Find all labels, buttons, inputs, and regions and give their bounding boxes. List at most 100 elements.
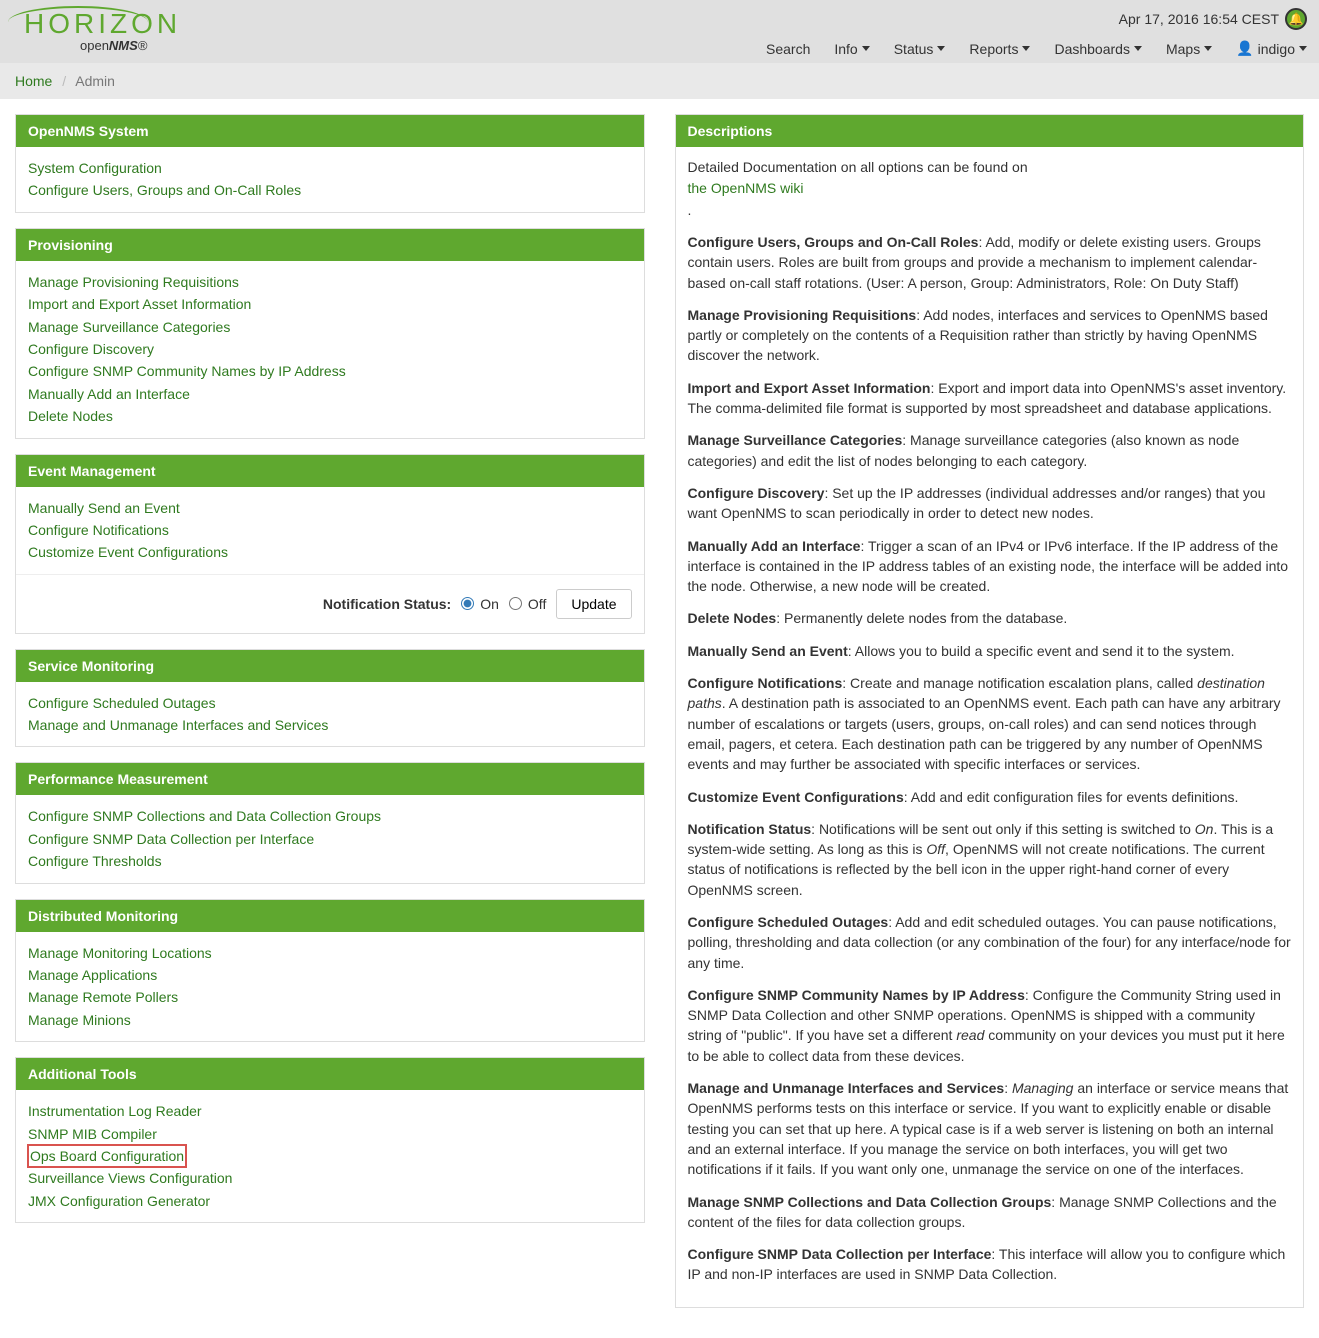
- breadcrumb: Home / Admin: [0, 63, 1319, 99]
- description-item: Manage SNMP Collections and Data Collect…: [688, 1192, 1292, 1233]
- panel-body: Manage Monitoring LocationsManage Applic…: [16, 932, 644, 1042]
- description-item: Notification Status: Notifications will …: [688, 819, 1292, 900]
- admin-link[interactable]: Delete Nodes: [28, 405, 632, 427]
- panel-body: Manage Provisioning RequisitionsImport a…: [16, 261, 644, 438]
- nav-dashboards[interactable]: Dashboards: [1054, 40, 1142, 57]
- right-column: Descriptions Detailed Documentation on a…: [675, 114, 1305, 1323]
- description-item: Configure Users, Groups and On-Call Role…: [688, 232, 1292, 293]
- panel-distributed-monitoring: Distributed Monitoring Manage Monitoring…: [15, 899, 645, 1043]
- panel-heading: Descriptions: [676, 115, 1304, 147]
- panel-heading: Event Management: [16, 455, 644, 487]
- panel-body: System ConfigurationConfigure Users, Gro…: [16, 147, 644, 212]
- admin-link[interactable]: Manage Applications: [28, 964, 632, 986]
- description-item: Manage Provisioning Requisitions: Add no…: [688, 305, 1292, 366]
- admin-link[interactable]: System Configuration: [28, 157, 632, 179]
- nav-user[interactable]: 👤indigo: [1236, 40, 1307, 57]
- description-item: Delete Nodes: Permanently delete nodes f…: [688, 608, 1292, 628]
- opennms-wiki-link[interactable]: the OpenNMS wiki: [688, 177, 1292, 199]
- admin-link[interactable]: JMX Configuration Generator: [28, 1190, 632, 1212]
- admin-link[interactable]: Customize Event Configurations: [28, 541, 632, 563]
- description-item: Manually Send an Event: Allows you to bu…: [688, 641, 1292, 661]
- descriptions-intro: Detailed Documentation on all options ca…: [688, 157, 1292, 220]
- user-icon: 👤: [1236, 40, 1253, 57]
- left-column: OpenNMS System System ConfigurationConfi…: [15, 114, 645, 1323]
- description-item: Configure SNMP Community Names by IP Add…: [688, 985, 1292, 1066]
- admin-link[interactable]: Configure Users, Groups and On-Call Role…: [28, 179, 632, 201]
- admin-link[interactable]: Manually Send an Event: [28, 497, 632, 519]
- admin-link[interactable]: Manage Provisioning Requisitions: [28, 271, 632, 293]
- notification-on-label: On: [480, 596, 499, 612]
- notification-off-radio[interactable]: [509, 597, 522, 610]
- breadcrumb-current: Admin: [75, 73, 115, 89]
- navbar: Search Info Status Reports Dashboards Ma…: [766, 40, 1307, 57]
- chevron-down-icon: [937, 46, 945, 51]
- panel-opennms-system: OpenNMS System System ConfigurationConfi…: [15, 114, 645, 213]
- nav-info[interactable]: Info: [834, 40, 869, 57]
- admin-link[interactable]: Manage Minions: [28, 1009, 632, 1031]
- notification-off-label: Off: [528, 596, 546, 612]
- chevron-down-icon: [862, 46, 870, 51]
- admin-link[interactable]: Manually Add an Interface: [28, 383, 632, 405]
- description-item: Customize Event Configurations: Add and …: [688, 787, 1292, 807]
- description-item: Configure Scheduled Outages: Add and edi…: [688, 912, 1292, 973]
- panel-service-monitoring: Service Monitoring Configure Scheduled O…: [15, 649, 645, 748]
- panel-body: Configure SNMP Collections and Data Coll…: [16, 795, 644, 882]
- admin-link[interactable]: Configure Scheduled Outages: [28, 692, 632, 714]
- panel-performance-measurement: Performance Measurement Configure SNMP C…: [15, 762, 645, 883]
- chevron-down-icon: [1204, 46, 1212, 51]
- chevron-down-icon: [1134, 46, 1142, 51]
- panel-body: Instrumentation Log ReaderSNMP MIB Compi…: [16, 1090, 644, 1222]
- description-item: Manage and Unmanage Interfaces and Servi…: [688, 1078, 1292, 1179]
- panel-additional-tools: Additional Tools Instrumentation Log Rea…: [15, 1057, 645, 1223]
- update-button[interactable]: Update: [556, 589, 631, 619]
- admin-link[interactable]: Configure Thresholds: [28, 850, 632, 872]
- admin-link[interactable]: Configure SNMP Collections and Data Coll…: [28, 805, 632, 827]
- nav-maps[interactable]: Maps: [1166, 40, 1212, 57]
- logo[interactable]: HORIZON openNMS®: [12, 8, 181, 53]
- notification-on-radio[interactable]: [461, 597, 474, 610]
- description-item: Manually Add an Interface: Trigger a sca…: [688, 536, 1292, 597]
- description-item: Manage Surveillance Categories: Manage s…: [688, 430, 1292, 471]
- panel-heading: Performance Measurement: [16, 763, 644, 795]
- chevron-down-icon: [1022, 46, 1030, 51]
- admin-link[interactable]: Manage Surveillance Categories: [28, 316, 632, 338]
- panel-heading: Provisioning: [16, 229, 644, 261]
- notification-bell-icon[interactable]: 🔔: [1285, 8, 1307, 30]
- panel-heading: Additional Tools: [16, 1058, 644, 1090]
- nav-search[interactable]: Search: [766, 40, 810, 57]
- admin-link[interactable]: Configure SNMP Community Names by IP Add…: [28, 360, 632, 382]
- panel-body: Configure Scheduled OutagesManage and Un…: [16, 682, 644, 747]
- panel-heading: OpenNMS System: [16, 115, 644, 147]
- topbar: HORIZON openNMS® Apr 17, 2016 16:54 CEST…: [0, 0, 1319, 63]
- admin-link[interactable]: Manage and Unmanage Interfaces and Servi…: [28, 714, 632, 736]
- admin-link[interactable]: Surveillance Views Configuration: [28, 1167, 632, 1189]
- description-item: Configure Notifications: Create and mana…: [688, 673, 1292, 774]
- descriptions-body: Detailed Documentation on all options ca…: [676, 147, 1304, 1307]
- breadcrumb-home[interactable]: Home: [15, 73, 52, 89]
- nav-reports[interactable]: Reports: [969, 40, 1030, 57]
- panel-provisioning: Provisioning Manage Provisioning Requisi…: [15, 228, 645, 439]
- nav-status[interactable]: Status: [894, 40, 946, 57]
- admin-link[interactable]: Manage Remote Pollers: [28, 986, 632, 1008]
- admin-link[interactable]: Ops Board Configuration: [28, 1145, 186, 1167]
- admin-link[interactable]: Instrumentation Log Reader: [28, 1100, 632, 1122]
- description-item: Configure SNMP Data Collection per Inter…: [688, 1244, 1292, 1285]
- admin-link[interactable]: Import and Export Asset Information: [28, 293, 632, 315]
- admin-link[interactable]: Configure Discovery: [28, 338, 632, 360]
- notification-status-row: Notification Status: On Off Update: [16, 574, 644, 633]
- panel-descriptions: Descriptions Detailed Documentation on a…: [675, 114, 1305, 1308]
- description-item: Configure Discovery: Set up the IP addre…: [688, 483, 1292, 524]
- panel-body: Manually Send an EventConfigure Notifica…: [16, 487, 644, 574]
- panel-heading: Service Monitoring: [16, 650, 644, 682]
- admin-link[interactable]: Configure Notifications: [28, 519, 632, 541]
- description-item: Import and Export Asset Information: Exp…: [688, 378, 1292, 419]
- chevron-down-icon: [1299, 46, 1307, 51]
- panel-heading: Distributed Monitoring: [16, 900, 644, 932]
- breadcrumb-separator: /: [62, 73, 66, 89]
- admin-link[interactable]: SNMP MIB Compiler: [28, 1123, 632, 1145]
- panel-event-management: Event Management Manually Send an EventC…: [15, 454, 645, 634]
- admin-link[interactable]: Configure SNMP Data Collection per Inter…: [28, 828, 632, 850]
- admin-link[interactable]: Manage Monitoring Locations: [28, 942, 632, 964]
- notification-status-label: Notification Status:: [323, 596, 451, 612]
- timestamp: Apr 17, 2016 16:54 CEST: [1119, 11, 1279, 27]
